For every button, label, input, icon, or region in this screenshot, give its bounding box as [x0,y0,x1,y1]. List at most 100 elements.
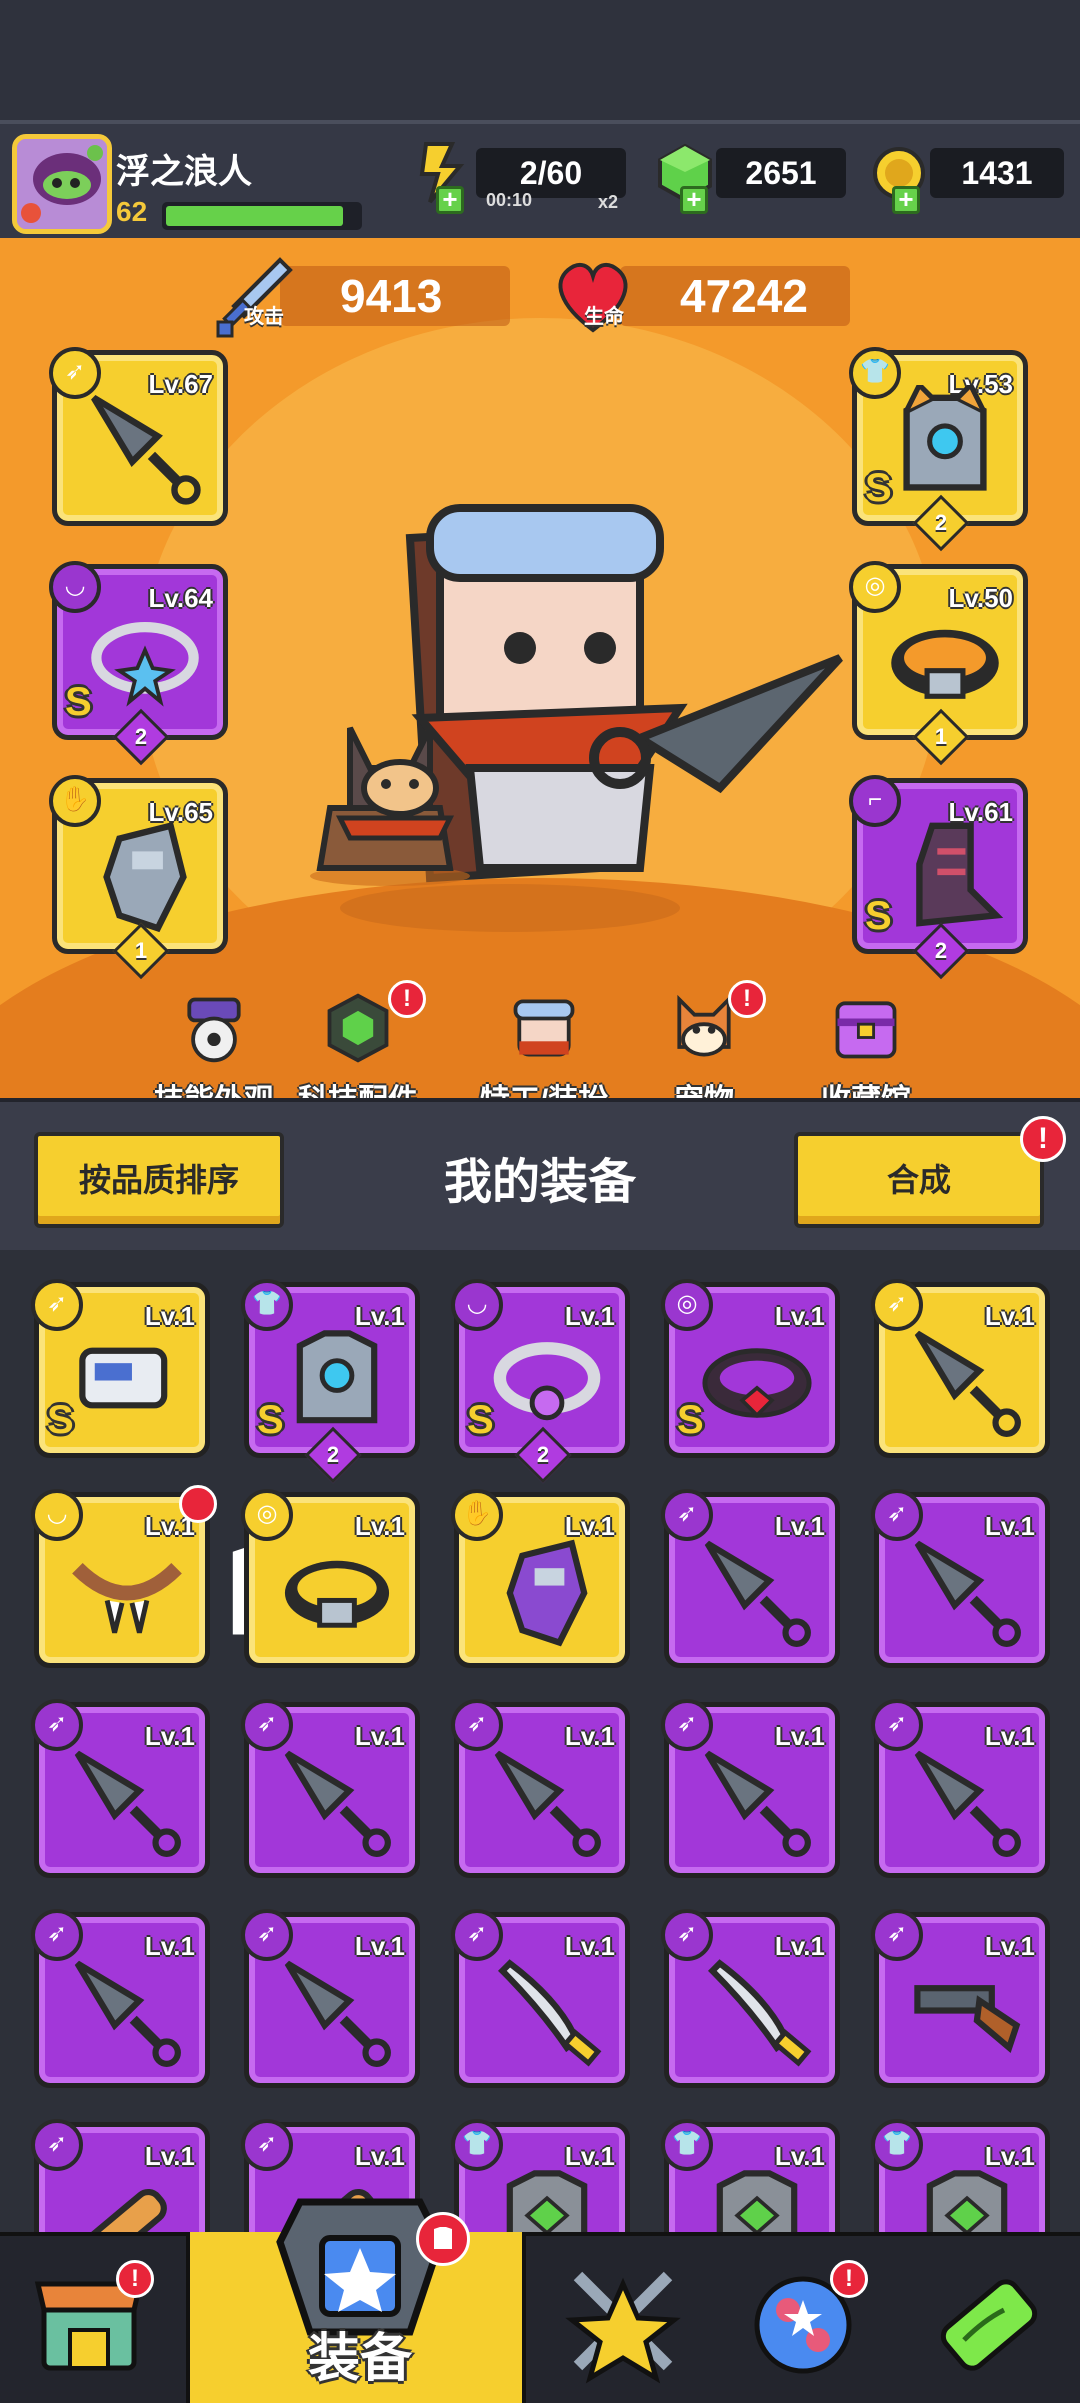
avatar-portrait-icon [17,139,107,229]
tech-part-button[interactable]: 科技配件 ! [268,980,448,1098]
mech-armor-icon [296,1330,378,1424]
inventory-item[interactable]: ➶ Lv.1 [451,1909,630,2088]
inventory-item[interactable]: 👕 Lv.1 [661,2119,840,2240]
inventory-item[interactable]: ✋ Lv.1 [451,1489,630,1668]
tech-part-label: 科技配件 [268,1075,448,1098]
armor-alert-icon [434,2227,452,2249]
inventory-item[interactable]: ➶ Lv.1 [661,1909,840,2088]
vest-icon [926,2170,1008,2240]
gems-add-button[interactable]: + [680,186,708,214]
gauntlet-icon [506,1539,588,1647]
inventory-item[interactable]: ◎ Lv.1 S [661,1279,840,1458]
agent-costume-button[interactable]: 特工/装扮 [454,990,634,1098]
nav-star-battle-tab[interactable] [530,2244,710,2403]
inventory-item[interactable]: ➶ Lv.1 [871,1279,1050,1458]
tech-part-alert-badge: ! [388,980,426,1018]
pet-dog-icon [310,726,470,886]
katana-icon [497,1959,602,2067]
energy-add-button[interactable]: + [436,186,464,214]
nav-dna-tab[interactable] [896,2244,1076,2403]
vest-icon [716,2170,798,2240]
inventory-item[interactable]: ➶ Lv.1 S [31,1279,210,1458]
kunai-icon [914,1540,1021,1647]
planet-alert-badge: ! [830,2260,868,2298]
energy-multiplier: x2 [598,192,619,212]
status-strip [0,0,1080,120]
inventory-item[interactable]: ➶ Lv.1 [661,1699,840,1878]
inventory-item[interactable]: ➶ Lv.1 [871,1909,1050,2088]
nav-equipment-tab[interactable]: 装备 [186,2198,526,2403]
kunai-icon [284,1750,391,1857]
shotgun-icon [914,1985,1021,2054]
star-battle-icon [565,2271,681,2384]
nav-equipment-label: 装备 [307,2330,412,2388]
ruby-belt-icon [702,1348,812,1418]
inventory-item[interactable]: ➶ Lv.1 [871,1489,1050,1668]
gun-gauntlet-icon [79,1347,168,1409]
inventory-item[interactable]: 👕 Lv.1 [451,2119,630,2240]
boots-icon [916,822,1004,927]
player-name: 浮之浪人 [116,153,252,191]
agent-costume-icon [513,999,575,1057]
club-icon [85,2188,167,2240]
equipped-weapon-slot[interactable]: ➶ Lv.67 [49,347,228,526]
equipment-tab-alert-badge [416,2212,470,2266]
inventory-item[interactable]: ◡ Lv.1 S 2 [451,1279,630,1484]
kunai-icon [914,1330,1021,1437]
inventory-item[interactable]: ➶ Lv.1 [241,1699,420,1878]
health-label: 生命 [584,306,624,328]
inventory-item[interactable]: 👕 Lv.1 [871,2119,1050,2240]
equipped-gloves-slot[interactable]: ✋ Lv.65 1 [49,775,228,980]
player-level: 62 [116,196,148,227]
kunai-icon [284,1960,391,2067]
item-s-mark: S [467,1398,494,1442]
skill-skin-icon [187,997,241,1063]
nav-shop-tab[interactable]: ! [0,2244,180,2403]
inventory-item[interactable]: ◡ Lv.1 [31,1485,308,1668]
vest-icon [506,2170,588,2240]
health-value: 47242 [680,270,808,322]
equipped-armor-s-mark: S [865,466,892,510]
attack-value: 9413 [340,270,443,322]
merge-alert-badge: ! [1020,1116,1066,1162]
inventory-item[interactable]: ➶ Lv.1 [31,1909,210,2088]
pet-label: 宠物 [614,1075,794,1098]
equipped-boots-slot[interactable]: ⌐ Lv.61 S 2 [849,775,1028,980]
kunai-icon [74,1750,181,1857]
nav-planet-tab[interactable]: ! [710,2244,890,2403]
xp-bar-fill [166,206,343,226]
collection-button[interactable]: 收藏馆 [776,990,956,1098]
tech-part-icon [327,993,389,1063]
health-stat: 47242 [620,266,850,326]
gems-value: 2651 [716,148,846,198]
equipped-belt-slot[interactable]: ◎ Lv.50 1 [849,561,1028,766]
equipped-armor-slot[interactable]: 👕 Lv.53 S 2 [849,347,1028,552]
kunai-icon [704,1750,811,1857]
merge-button[interactable]: 合成 [794,1132,1044,1228]
inventory-item[interactable]: ➶ Lv.1 [241,1909,420,2088]
shop-alert-badge: ! [116,2260,154,2298]
energy-timer: 00:10 [486,190,533,210]
player-avatar[interactable] [12,134,112,234]
inventory-item[interactable]: ➶ Lv.1 [31,1699,210,1878]
inventory-item[interactable]: ➶ Lv.1 [871,1699,1050,1878]
belt-icon [284,1560,390,1628]
inventory-item[interactable]: ➶ Lv.1 [661,1489,840,1668]
mech-armor-icon [903,385,987,491]
top-header: 浮之浪人 62 + 2/60 00:10 x2 + 2651 + 1431 [0,120,1080,238]
inventory-item[interactable]: ➶ Lv.1 [31,2119,210,2240]
dna-capsule-icon [940,2279,1038,2371]
inventory-item[interactable]: 👕 Lv.1 S 2 [241,1279,420,1484]
inventory-item[interactable]: ➶ Lv.1 [451,1699,630,1878]
kunai-icon [494,1750,601,1857]
equipped-necklace-slot[interactable]: ◡ Lv.64 S 2 [49,561,228,766]
pet-button[interactable]: 宠物 ! [614,980,794,1098]
belt-icon [891,629,999,699]
equipped-boots-s-mark: S [865,894,892,938]
kunai-icon [91,395,201,505]
coins-add-button[interactable]: + [892,186,920,214]
attack-stat: 9413 [280,266,510,326]
game-screen: 浮之浪人 62 + 2/60 00:10 x2 + 2651 + 1431 94… [0,0,1080,2403]
fang-necklace-icon [72,1562,182,1634]
inventory-item[interactable]: ◎ Lv.1 [241,1489,420,1668]
